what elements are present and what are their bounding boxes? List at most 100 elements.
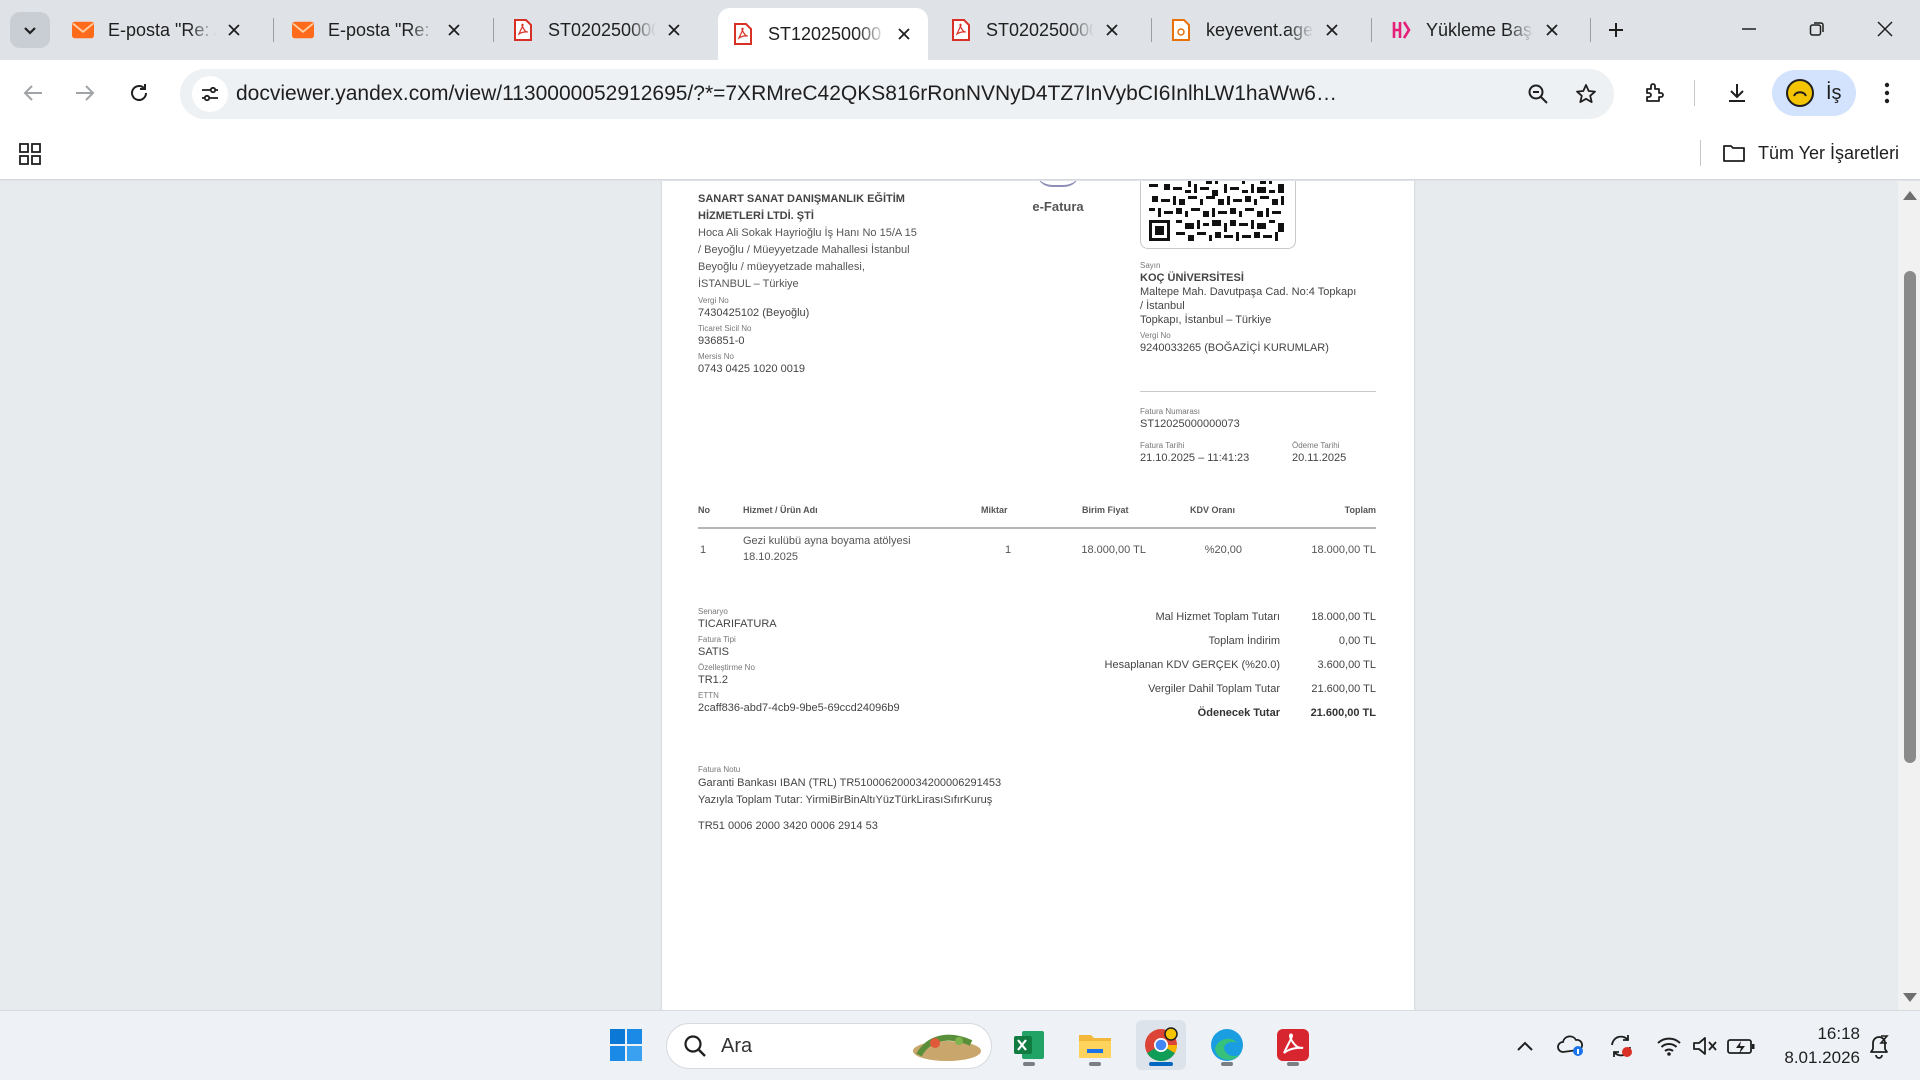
- bookmark-star-button[interactable]: [1568, 76, 1604, 112]
- close-icon[interactable]: [662, 18, 686, 42]
- scroll-down-icon[interactable]: [1903, 993, 1917, 1002]
- tab-separator: [273, 18, 274, 42]
- profile-button[interactable]: İş: [1772, 70, 1856, 116]
- tray-wifi[interactable]: [1654, 1031, 1684, 1061]
- all-bookmarks-button[interactable]: Tüm Yer İşaretleri: [1722, 134, 1899, 172]
- invoice-date-value: 21.10.2025 – 11:41:23: [1140, 452, 1250, 464]
- clock-date: 8.01.2026: [1784, 1048, 1860, 1067]
- url-text[interactable]: docviewer.yandex.com/view/11300000529126…: [236, 69, 1346, 119]
- seller-mersis-label: Mersis No: [698, 352, 735, 361]
- invoice-number-value: ST12025000000073: [1140, 418, 1240, 430]
- totals-value: 0,00 TL: [1338, 635, 1376, 647]
- reload-button[interactable]: [118, 72, 160, 114]
- close-icon[interactable]: [892, 22, 916, 46]
- zoom-button[interactable]: [1520, 76, 1556, 112]
- battery-charging-icon: [1727, 1039, 1755, 1054]
- notifications-button[interactable]: [1864, 1031, 1894, 1061]
- close-icon[interactable]: [222, 18, 246, 42]
- taskbar-acrobat[interactable]: [1268, 1020, 1318, 1070]
- arrow-right-icon: [76, 85, 95, 101]
- seller-name-line2: HİZMETLERİ LTDİ. ŞTİ: [698, 210, 814, 222]
- row-qty: 1: [1005, 544, 1012, 556]
- downloads-button[interactable]: [1716, 72, 1758, 114]
- tab-mail-1[interactable]: E-posta "Re: A: [58, 8, 258, 52]
- scroll-thumb[interactable]: [1904, 271, 1916, 763]
- running-indicator: [1221, 1062, 1233, 1066]
- bookmarks-bar: Tüm Yer İşaretleri: [0, 126, 1920, 180]
- totals-label: Mal Hizmet Toplam Tutarı: [1155, 611, 1280, 623]
- restore-icon: [1809, 22, 1824, 36]
- start-button[interactable]: [601, 1020, 651, 1070]
- tray-sync[interactable]: [1606, 1031, 1636, 1061]
- tab-pdf-1[interactable]: ST020250000: [498, 8, 698, 52]
- tray-volume[interactable]: [1690, 1031, 1720, 1061]
- minimize-button[interactable]: [1716, 0, 1782, 58]
- close-icon[interactable]: [1320, 18, 1344, 42]
- tab-title: keyevent.ages: [1206, 19, 1314, 40]
- invoice-date: Fatura Tarihi 21.10.2025 – 11:41:23: [1140, 441, 1290, 465]
- close-window-button[interactable]: [1852, 0, 1918, 58]
- column-header-vat: KDV Oranı: [1190, 505, 1236, 515]
- tab-mail-2[interactable]: E-posta "Re: #: [278, 8, 478, 52]
- taskbar-edge[interactable]: [1202, 1020, 1252, 1070]
- seller-mersis-value: 0743 0425 1020 0019: [698, 363, 806, 375]
- buyer-address-line: Maltepe Mah. Davutpaşa Cad. No:4 Topkapı: [1140, 286, 1357, 298]
- seller-trade-value: 936851-0: [698, 335, 745, 347]
- close-icon[interactable]: [442, 18, 466, 42]
- smile-icon: [1793, 91, 1807, 97]
- back-button[interactable]: [12, 72, 54, 114]
- close-icon[interactable]: [1100, 18, 1124, 42]
- taskbar-excel[interactable]: [1004, 1020, 1054, 1070]
- buyer-address-line: Topkapı, İstanbul – Türkiye: [1140, 314, 1272, 326]
- tab-pdf-2[interactable]: ST020250000: [936, 8, 1136, 52]
- close-icon[interactable]: [1540, 18, 1564, 42]
- tab-pdf-active[interactable]: ST120250000: [718, 8, 928, 60]
- tab-title: ST020250000: [548, 19, 656, 40]
- address-bar[interactable]: docviewer.yandex.com/view/11300000529126…: [180, 69, 1614, 119]
- row-no: 1: [700, 544, 707, 556]
- tray-battery[interactable]: [1726, 1031, 1756, 1061]
- seller-address-line: Beyoğlu / müeyyetzade mahallesi,: [698, 261, 865, 273]
- detail-label: Senaryo: [698, 607, 728, 616]
- column-header-unit-price: Birim Fiyat: [1082, 505, 1129, 515]
- chevron-down-icon: [24, 27, 36, 35]
- search-highlight-icon: [913, 1034, 981, 1061]
- buyer-block: Sayın KOÇ ÜNİVERSİTESİ Maltepe Mah. Davu…: [1140, 261, 1390, 355]
- tab-upload[interactable]: Yükleme Başa: [1376, 8, 1576, 52]
- vertical-scrollbar[interactable]: [1898, 181, 1920, 1010]
- system-clock[interactable]: 16:18 8.01.2026: [1772, 1022, 1860, 1070]
- seller-block: SANART SANAT DANIŞMANLIK EĞİTİM HİZMETLE…: [698, 191, 968, 376]
- totals-value: 21.600,00 TL: [1310, 707, 1376, 719]
- restore-button[interactable]: [1784, 0, 1850, 58]
- menu-button[interactable]: [1866, 72, 1908, 114]
- tab-keyevent[interactable]: keyevent.ages: [1156, 8, 1356, 52]
- qr-code: [1140, 181, 1296, 249]
- taskbar-search[interactable]: Ara: [666, 1023, 992, 1069]
- mail-icon: [72, 19, 94, 41]
- active-indicator: [1149, 1062, 1173, 1066]
- invoice-page: SANART SANAT DANIŞMANLIK EĞİTİM HİZMETLE…: [662, 181, 1414, 1010]
- totals-label: Ödenecek Tutar: [1197, 707, 1280, 719]
- tab-strip: E-posta "Re: A E-posta "Re: # ST02025000…: [0, 0, 1920, 60]
- tray-onedrive[interactable]: [1556, 1031, 1586, 1061]
- column-header-no: No: [698, 505, 710, 515]
- new-tab-button[interactable]: [1598, 12, 1634, 48]
- search-placeholder: Ara: [721, 1034, 753, 1057]
- note-label: Fatura Notu: [698, 765, 741, 774]
- taskbar-file-explorer[interactable]: [1070, 1020, 1120, 1070]
- column-header-total: Toplam: [1344, 505, 1376, 515]
- tray-overflow-button[interactable]: [1510, 1031, 1540, 1061]
- search-icon: [684, 1035, 706, 1057]
- site-settings-button[interactable]: [192, 76, 228, 112]
- scroll-up-icon[interactable]: [1903, 191, 1917, 200]
- extensions-button[interactable]: [1634, 72, 1676, 114]
- efatura-logo-icon: [1036, 181, 1080, 187]
- totals-value: 21.600,00 TL: [1311, 683, 1376, 695]
- apps-button[interactable]: [14, 138, 46, 170]
- clock-time: 16:18: [1817, 1024, 1860, 1043]
- document-icon: [1170, 19, 1192, 41]
- tab-search-button[interactable]: [10, 12, 50, 48]
- taskbar-chrome[interactable]: [1136, 1020, 1186, 1070]
- tab-title: Yükleme Başa: [1426, 19, 1534, 40]
- forward-button[interactable]: [64, 72, 106, 114]
